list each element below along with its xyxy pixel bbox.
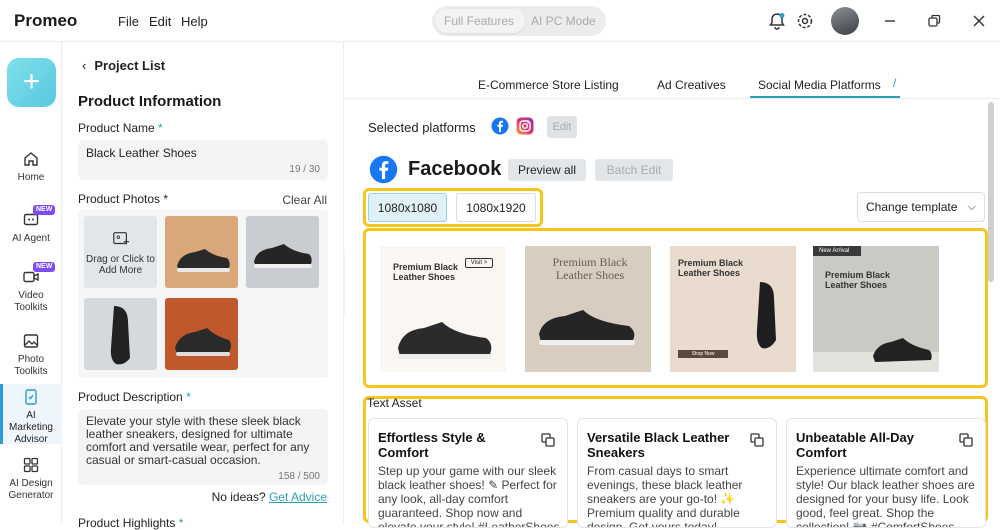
- nav-photo-toolkits[interactable]: Photo Toolkits: [0, 332, 62, 378]
- menu-file[interactable]: File: [118, 14, 139, 29]
- app-logo: Promeo: [14, 11, 78, 30]
- product-photo-1[interactable]: [165, 216, 238, 288]
- text-asset-card-3[interactable]: Unbeatable All-Day Comfort Experience ul…: [786, 418, 986, 528]
- ai-pc-mode-option[interactable]: AI PC Mode: [531, 14, 596, 28]
- text-asset-card-2[interactable]: Versatile Black Leather Sneakers From ca…: [577, 418, 777, 528]
- bell-icon[interactable]: [768, 12, 786, 30]
- minimize-icon[interactable]: [881, 12, 899, 30]
- tab-ad-creatives[interactable]: Ad Creatives: [657, 78, 726, 92]
- text-asset-card-1[interactable]: Effortless Style & Comfort Step up your …: [368, 418, 568, 528]
- add-image-icon: [113, 232, 130, 245]
- facebook-icon[interactable]: [491, 117, 509, 135]
- product-name-field[interactable]: Black Leather Shoes 19 / 30: [78, 140, 328, 180]
- tab-social-media-platforms[interactable]: Social Media Platforms: [758, 78, 881, 92]
- selected-platforms-label: Selected platforms: [368, 120, 476, 135]
- clear-all-button[interactable]: Clear All: [282, 193, 327, 207]
- template-thumb-3[interactable]: Premium Black Leather Shoes Shop Now: [670, 246, 796, 372]
- menu-edit[interactable]: Edit: [149, 14, 171, 29]
- product-description-field[interactable]: Elevate your style with these sleek blac…: [78, 409, 328, 485]
- text-asset-heading: Text Asset: [367, 396, 422, 410]
- nav-video-toolkits[interactable]: NEW Video Toolkits: [0, 262, 62, 314]
- facebook-title: Facebook: [408, 158, 502, 180]
- gear-icon[interactable]: [796, 12, 814, 30]
- product-photo-4[interactable]: [165, 298, 238, 370]
- tab-overflow-indicator[interactable]: /: [893, 76, 896, 90]
- product-description-label: Product Description *: [78, 390, 191, 404]
- back-to-project-list[interactable]: ‹ Project List: [82, 58, 165, 73]
- mode-toggle[interactable]: Full Features AI PC Mode: [432, 6, 606, 36]
- instagram-icon[interactable]: [516, 117, 534, 135]
- nav-ai-marketing-advisor[interactable]: AI Marketing Advisor: [0, 384, 62, 445]
- get-advice-link[interactable]: Get Advice: [269, 490, 327, 504]
- copy-icon[interactable]: [750, 433, 764, 447]
- menu-help[interactable]: Help: [181, 14, 208, 29]
- left-nav: + Home NEW AI Agent NEW Video Toolkits P…: [0, 42, 62, 523]
- create-button[interactable]: +: [7, 58, 56, 107]
- batch-edit-button[interactable]: Batch Edit: [595, 159, 673, 181]
- facebook-logo-icon: [369, 155, 398, 184]
- copy-icon[interactable]: [541, 433, 555, 447]
- restore-icon[interactable]: [925, 12, 943, 30]
- marketing-icon: [25, 389, 37, 405]
- size-1080x1920[interactable]: 1080x1920: [456, 193, 536, 222]
- title-bar: Promeo File Edit Help Full Features AI P…: [0, 0, 1000, 42]
- nav-ai-agent[interactable]: NEW AI Agent: [0, 205, 62, 245]
- photo-icon: [23, 334, 39, 348]
- close-icon[interactable]: [970, 12, 988, 30]
- upload-photo-button[interactable]: Drag or Click to Add More: [84, 216, 157, 288]
- copy-icon[interactable]: [959, 433, 973, 447]
- grid-icon: [23, 457, 39, 473]
- product-form-panel: ‹ Project List Product Information Produc…: [62, 42, 344, 530]
- advice-row: No ideas? Get Advice: [211, 490, 327, 504]
- full-features-option[interactable]: Full Features: [444, 14, 514, 28]
- scrollbar[interactable]: [988, 102, 994, 282]
- size-1080x1080[interactable]: 1080x1080: [368, 193, 447, 222]
- avatar[interactable]: [831, 7, 859, 35]
- chevron-down-icon: ⌵: [967, 201, 976, 213]
- preview-all-button[interactable]: Preview all: [508, 159, 586, 181]
- main-content: E-Commerce Store Listing Ad Creatives So…: [345, 42, 1000, 528]
- product-highlights-label: Product Highlights *: [78, 516, 184, 530]
- tab-ecommerce-store-listing[interactable]: E-Commerce Store Listing: [478, 78, 619, 92]
- change-template-dropdown[interactable]: Change template ⌵: [857, 192, 985, 222]
- edit-platforms-button[interactable]: Edit: [547, 116, 577, 138]
- template-thumb-1[interactable]: Premium Black Leather Shoes Visit >: [380, 246, 506, 372]
- product-photo-2[interactable]: [246, 216, 319, 288]
- chevron-left-icon: ‹: [82, 58, 87, 73]
- nav-ai-design-generator[interactable]: AI Design Generator: [0, 456, 62, 502]
- template-thumb-2[interactable]: Premium Black Leather Shoes: [525, 246, 651, 372]
- product-photo-3[interactable]: [84, 298, 157, 370]
- home-icon: [24, 152, 38, 166]
- product-photos-label: Product Photos *: [78, 192, 169, 206]
- template-thumb-4[interactable]: New Arrival Premium Black Leather Shoes: [813, 246, 939, 372]
- nav-home[interactable]: Home: [0, 150, 62, 184]
- product-name-label: Product Name *: [78, 121, 163, 135]
- section-title: Product Information: [78, 93, 222, 110]
